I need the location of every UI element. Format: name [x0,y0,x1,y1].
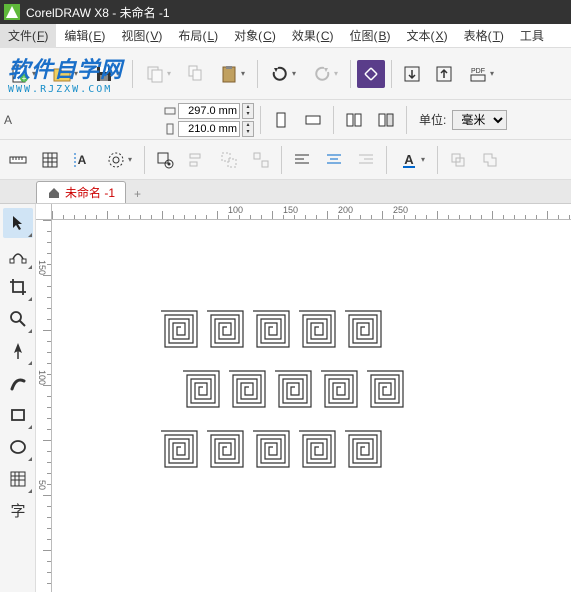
home-icon [47,186,61,200]
text-tool[interactable]: 字 [3,496,33,526]
landscape-button[interactable] [299,106,327,134]
snap-button[interactable] [100,146,138,174]
menu-bar: 文件(F) 编辑(E) 视图(V) 布局(L) 对象(C) 效果(C) 位图(B… [0,24,571,48]
new-button[interactable]: + [4,60,42,88]
toolbox: 字 [0,204,36,592]
pick-tool[interactable] [3,208,33,238]
shape-tool[interactable] [3,240,33,270]
svg-text:A: A [404,152,414,167]
freehand-tool[interactable] [3,336,33,366]
ungroup-button[interactable] [247,146,275,174]
import-button[interactable] [398,60,426,88]
undo-button[interactable] [264,60,302,88]
guides-button[interactable]: A [68,146,96,174]
spiral-shape[interactable] [206,310,244,348]
crop-tool[interactable] [3,272,33,302]
open-button[interactable] [46,60,84,88]
spiral-shape[interactable] [160,310,198,348]
unit-label: 单位: [419,111,446,128]
align-text-right[interactable] [352,146,380,174]
toolbar-3: A A [0,140,571,180]
svg-text:字: 字 [10,503,25,520]
spiral-shape[interactable] [320,370,358,408]
window-title: CorelDRAW X8 - 未命名 -1 [26,4,170,21]
pages-current-button[interactable] [372,106,400,134]
paste-button[interactable] [213,60,251,88]
group-button[interactable] [215,146,243,174]
doc-tab-1[interactable]: 未命名 -1 [36,181,126,203]
pdf-button[interactable]: PDF [462,60,500,88]
spiral-shape[interactable] [206,430,244,468]
spiral-shape[interactable] [298,430,336,468]
copy-button[interactable] [139,60,177,88]
menu-edit[interactable]: 编辑(E) [56,24,113,48]
options-button[interactable] [151,146,179,174]
width-icon [164,105,176,117]
add-tab-button[interactable]: + [126,185,149,203]
menu-text[interactable]: 文本(X) [399,24,456,48]
ellipse-tool[interactable] [3,432,33,462]
save-button[interactable] [88,60,126,88]
pages-all-button[interactable] [340,106,368,134]
svg-text:+: + [22,74,27,83]
polygon-tool[interactable] [3,464,33,494]
spiral-shape[interactable] [228,370,266,408]
spiral-shape[interactable] [252,430,290,468]
align-text-left[interactable] [288,146,316,174]
svg-text:PDF: PDF [471,68,485,75]
toolbar-1: 软件自学网 WWW.RJZXW.COM + PDF [0,48,571,100]
ruler-button[interactable] [4,146,32,174]
weld-button[interactable] [476,146,504,174]
svg-text:A: A [78,153,87,167]
page-height-input[interactable] [178,121,240,137]
toolbar-2: A ▴▾ ▴▾ 单位: 毫米 [0,100,571,140]
artistic-media-tool[interactable] [3,368,33,398]
height-icon [164,123,176,135]
grid-button[interactable] [36,146,64,174]
combine-button[interactable] [444,146,472,174]
canvas[interactable] [52,220,571,592]
height-spinner[interactable]: ▴▾ [242,121,254,137]
page-width-input[interactable] [178,103,240,119]
menu-object[interactable]: 对象(C) [226,24,284,48]
menu-bitmap[interactable]: 位图(B) [342,24,399,48]
workspace: 字 100150200250 15010050 [0,204,571,592]
menu-table[interactable]: 表格(T) [456,24,512,48]
spiral-shape[interactable] [252,310,290,348]
menu-layout[interactable]: 布局(L) [170,24,226,48]
rectangle-tool[interactable] [3,400,33,430]
spiral-shape[interactable] [344,310,382,348]
ruler-corner[interactable] [36,204,52,220]
spiral-shape[interactable] [366,370,404,408]
menu-file[interactable]: 文件(F) [0,24,56,48]
spiral-shape[interactable] [182,370,220,408]
cut-button[interactable] [181,60,209,88]
canvas-area[interactable]: 100150200250 15010050 [36,204,571,592]
font-dropdown[interactable] [16,106,156,134]
spiral-shape[interactable] [160,430,198,468]
menu-view[interactable]: 视图(V) [113,24,170,48]
align-left-button[interactable] [183,146,211,174]
portrait-button[interactable] [267,106,295,134]
redo-button[interactable] [306,60,344,88]
width-spinner[interactable]: ▴▾ [242,103,254,119]
document-tabs: 未命名 -1 + [0,180,571,204]
export-button[interactable] [430,60,458,88]
ruler-vertical[interactable]: 15010050 [36,220,52,592]
page-size: ▴▾ ▴▾ [164,103,254,137]
app-logo [4,4,20,20]
ruler-horizontal[interactable]: 100150200250 [52,204,571,220]
menu-tools[interactable]: 工具 [512,24,552,48]
search-button[interactable] [357,60,385,88]
text-format-button[interactable]: A [393,146,431,174]
unit-select[interactable]: 毫米 [452,110,507,130]
spiral-shape[interactable] [298,310,336,348]
spiral-shape[interactable] [274,370,312,408]
align-text-center[interactable] [320,146,348,174]
menu-effects[interactable]: 效果(C) [284,24,342,48]
spiral-shape[interactable] [344,430,382,468]
zoom-tool[interactable] [3,304,33,334]
title-bar: CorelDRAW X8 - 未命名 -1 [0,0,571,24]
